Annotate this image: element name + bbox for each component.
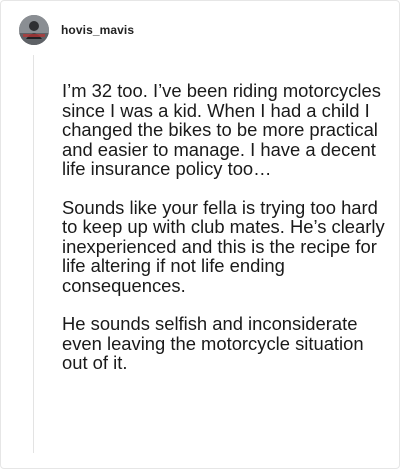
post-body: I’m 32 too. I’ve been riding motorcycles… (62, 81, 387, 373)
post-paragraph: He sounds selfish and inconsiderate even… (62, 313, 364, 373)
user-avatar-icon[interactable] (19, 15, 49, 45)
post-header: hovis_mavis (19, 15, 134, 45)
post-paragraph: I’m 32 too. I’ve been riding motorcycles… (62, 80, 381, 179)
avatar-image (19, 15, 49, 45)
thread-divider (33, 55, 34, 453)
post-paragraph: Sounds like your fella is trying too har… (62, 196, 385, 296)
username[interactable]: hovis_mavis (61, 23, 134, 37)
post-card: hovis_mavis I’m 32 too. I’ve been riding… (0, 0, 400, 469)
